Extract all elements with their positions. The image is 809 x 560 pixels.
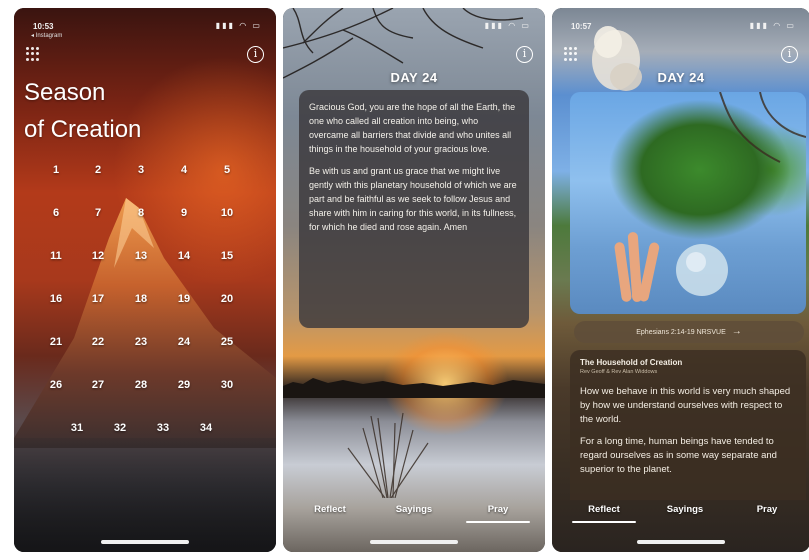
day-button[interactable]: 2 (83, 164, 113, 176)
reflect-screen: 10:57 ▮▮▮ ◠ ▭ i DAY 24 Ephesians 2:14-19… (552, 8, 809, 552)
day-button[interactable]: 24 (169, 336, 199, 348)
title-line-2: of Creation (24, 116, 142, 143)
scripture-reference: Ephesians 2:14-19 NRSVUE (636, 329, 726, 336)
day-button[interactable]: 20 (212, 293, 242, 305)
day-button[interactable]: 26 (41, 379, 71, 391)
home-indicator[interactable] (637, 540, 725, 544)
day-button[interactable]: 30 (212, 379, 242, 391)
day-button[interactable]: 14 (169, 250, 199, 262)
day-button[interactable]: 1 (41, 164, 71, 176)
day-button[interactable]: 15 (212, 250, 242, 262)
reflection-paragraph: For a long time, human beings have tende… (580, 436, 777, 475)
home-indicator[interactable] (370, 540, 458, 544)
bottom-tabs: Reflect Sayings Pray (283, 504, 545, 528)
day-button[interactable]: 7 (83, 207, 113, 219)
tab-reflect[interactable]: Reflect (569, 504, 639, 515)
day-button[interactable]: 12 (83, 250, 113, 262)
active-tab-indicator (572, 521, 636, 523)
home-indicator[interactable] (101, 540, 189, 544)
arrow-right-icon: → (731, 326, 742, 337)
tab-pray[interactable]: Pray (732, 504, 802, 515)
reflection-author: Rev Geoff & Rev Alan Widdows (580, 369, 658, 375)
active-tab-indicator (466, 521, 530, 523)
day-button[interactable]: 25 (212, 336, 242, 348)
status-time: 10:53 (33, 22, 54, 31)
info-icon[interactable]: i (247, 46, 264, 63)
day-button[interactable]: 18 (126, 293, 156, 305)
calendar-screen: 10:53 ◂ Instagram ▮▮▮ ◠ ▭ i Season of Cr… (14, 8, 276, 552)
valley-shadow (14, 438, 276, 552)
status-icons: ▮▮▮ ◠ ▭ (484, 21, 531, 30)
reflection-paragraph: How we behave in this world is very much… (580, 386, 791, 425)
day-button[interactable]: 34 (191, 422, 221, 434)
bottom-tabs: Reflect Sayings Pray (552, 504, 809, 528)
day-button[interactable]: 17 (83, 293, 113, 305)
day-grid: 1 2 3 4 5 6 7 8 9 10 11 12 13 14 15 16 1… (36, 162, 256, 437)
day-button[interactable]: 4 (169, 164, 199, 176)
day-button[interactable]: 16 (41, 293, 71, 305)
tab-reflect[interactable]: Reflect (295, 504, 365, 515)
day-button[interactable]: 10 (212, 207, 242, 219)
day-button[interactable]: 29 (169, 379, 199, 391)
info-icon[interactable]: i (516, 46, 533, 63)
treeline-silhouette (283, 378, 545, 398)
day-button[interactable]: 33 (148, 422, 178, 434)
page-title: Season of Creation (24, 74, 224, 148)
grid-dots-icon[interactable] (564, 47, 578, 61)
prayer-card: Gracious God, you are the hope of all th… (299, 90, 529, 328)
scripture-reference-button[interactable]: Ephesians 2:14-19 NRSVUE → (574, 321, 804, 343)
day-button[interactable]: 21 (41, 336, 71, 348)
day-button[interactable]: 11 (41, 250, 71, 262)
info-icon[interactable]: i (781, 46, 798, 63)
prayer-paragraph: Be with us and grant us grace that we mi… (309, 166, 517, 232)
day-button[interactable]: 9 (169, 207, 199, 219)
status-time: 10:57 (571, 22, 592, 31)
status-icons: ▮▮▮ ◠ ▭ (749, 21, 796, 30)
day-button[interactable]: 28 (126, 379, 156, 391)
tab-pray[interactable]: Pray (463, 504, 533, 515)
day-button[interactable]: 27 (83, 379, 113, 391)
day-button[interactable]: 23 (126, 336, 156, 348)
reflection-title: The Household of Creation (580, 358, 683, 367)
reeds-image (347, 412, 429, 498)
day-button[interactable]: 31 (62, 422, 92, 434)
reflection-body: How we behave in this world is very much… (580, 385, 796, 477)
day-title: DAY 24 (657, 70, 705, 85)
day-button[interactable]: 13 (126, 250, 156, 262)
title-line-1: Season (24, 79, 106, 106)
day-button[interactable]: 5 (212, 164, 242, 176)
day-button[interactable]: 3 (126, 164, 156, 176)
back-to-app-link[interactable]: ◂ Instagram (31, 32, 62, 39)
reflection-card: The Household of Creation Rev Geoff & Re… (570, 350, 806, 500)
day-button[interactable]: 8 (126, 207, 156, 219)
day-title: DAY 24 (390, 70, 438, 85)
tab-sayings[interactable]: Sayings (379, 504, 449, 515)
prayer-paragraph: Gracious God, you are the hope of all th… (309, 102, 516, 154)
tab-sayings[interactable]: Sayings (650, 504, 720, 515)
hands-globe-photo (570, 92, 806, 314)
day-button[interactable]: 19 (169, 293, 199, 305)
day-button[interactable]: 32 (105, 422, 135, 434)
prayer-screen: ▮▮▮ ◠ ▭ i DAY 24 Gracious God, you are t… (283, 8, 545, 552)
day-button[interactable]: 22 (83, 336, 113, 348)
hands-globe-illustration (614, 92, 806, 302)
status-icons: ▮▮▮ ◠ ▭ (215, 21, 262, 30)
day-button[interactable]: 6 (41, 207, 71, 219)
grid-dots-icon[interactable] (26, 47, 40, 61)
